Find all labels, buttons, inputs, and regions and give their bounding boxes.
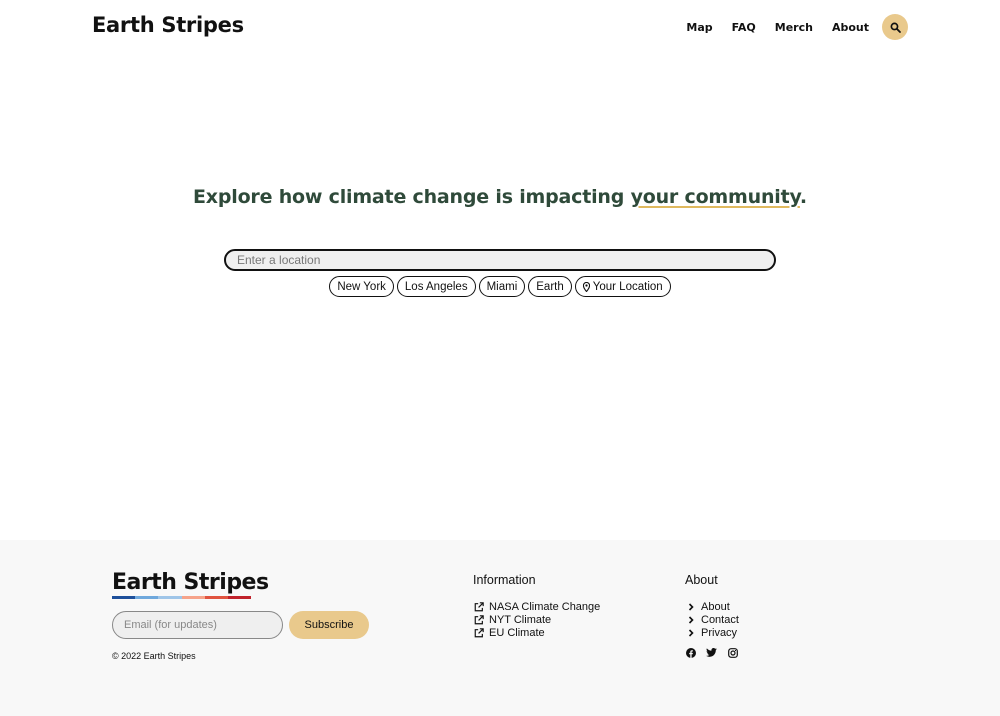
stripe-1 (112, 596, 136, 599)
site-header: Earth Stripes Map FAQ Merch About (0, 0, 1000, 56)
site-footer: Earth Stripes Subscribe © 2022 Earth Str… (0, 540, 1000, 716)
hero-title-suffix: . (799, 186, 807, 208)
about-heading: About (685, 573, 718, 587)
nav-link-about[interactable]: About (832, 21, 869, 34)
stripe-6 (227, 596, 252, 599)
search-icon (890, 22, 901, 33)
information-heading: Information (473, 573, 536, 587)
external-link-icon (473, 601, 484, 612)
footer-logo[interactable]: Earth Stripes (112, 570, 269, 599)
nav-link-faq[interactable]: FAQ (732, 21, 756, 34)
chip-miami[interactable]: Miami (478, 276, 526, 297)
info-link-label: NASA Climate Change (489, 600, 601, 613)
chip-new-york[interactable]: New York (329, 276, 394, 297)
information-column: Information NASA Climate Change NYT Clim… (473, 573, 600, 639)
stripe-3 (158, 596, 182, 599)
info-link-label: EU Climate (489, 626, 545, 639)
info-link-nasa[interactable]: NASA Climate Change (473, 600, 600, 613)
nav-link-map[interactable]: Map (686, 21, 712, 34)
search-button[interactable] (882, 14, 908, 40)
hero-title: Explore how climate change is impacting … (0, 186, 1000, 208)
location-search-input[interactable] (224, 249, 776, 271)
info-link-eu[interactable]: EU Climate (473, 626, 600, 639)
facebook-icon[interactable] (685, 647, 696, 658)
hero-title-highlight: your community (630, 186, 801, 208)
info-link-label: NYT Climate (489, 613, 552, 626)
about-link-label: Privacy (701, 626, 738, 639)
chip-your-location[interactable]: Your Location (574, 276, 671, 297)
email-field[interactable] (112, 611, 283, 639)
about-link-label: Contact (701, 613, 739, 626)
about-link-privacy[interactable]: Privacy (685, 626, 748, 639)
about-link-about[interactable]: About (685, 600, 748, 613)
chevron-right-icon (685, 601, 696, 612)
twitter-icon[interactable] (706, 647, 717, 658)
map-marker-icon (582, 281, 590, 292)
brand-logo[interactable]: Earth Stripes (92, 13, 244, 37)
external-link-icon (473, 614, 484, 625)
chevron-right-icon (685, 627, 696, 638)
chevron-right-icon (685, 614, 696, 625)
location-chips: New York Los Angeles Miami Earth Your Lo… (0, 276, 1000, 297)
copyright-text: © 2022 Earth Stripes (112, 651, 196, 661)
info-link-nyt[interactable]: NYT Climate (473, 613, 600, 626)
chip-los-angeles[interactable]: Los Angeles (396, 276, 476, 297)
subscribe-button[interactable]: Subscribe (289, 611, 369, 639)
about-link-contact[interactable]: Contact (685, 613, 748, 626)
footer-logo-stripes (112, 596, 252, 599)
main-nav: Map FAQ Merch About (686, 14, 908, 40)
instagram-icon[interactable] (727, 647, 738, 658)
social-links (685, 647, 748, 658)
chip-earth[interactable]: Earth (528, 276, 572, 297)
about-link-label: About (701, 600, 730, 613)
stripe-4 (181, 596, 205, 599)
external-link-icon (473, 627, 484, 638)
stripe-5 (204, 596, 228, 599)
your-location-label: Your Location (592, 280, 663, 293)
footer-logo-text: Earth Stripes (112, 570, 269, 595)
nav-link-merch[interactable]: Merch (775, 21, 813, 34)
about-column: About About Contact Privacy (685, 573, 748, 658)
stripe-2 (135, 596, 159, 599)
hero-title-prefix: Explore how climate change is impacting (193, 186, 631, 208)
